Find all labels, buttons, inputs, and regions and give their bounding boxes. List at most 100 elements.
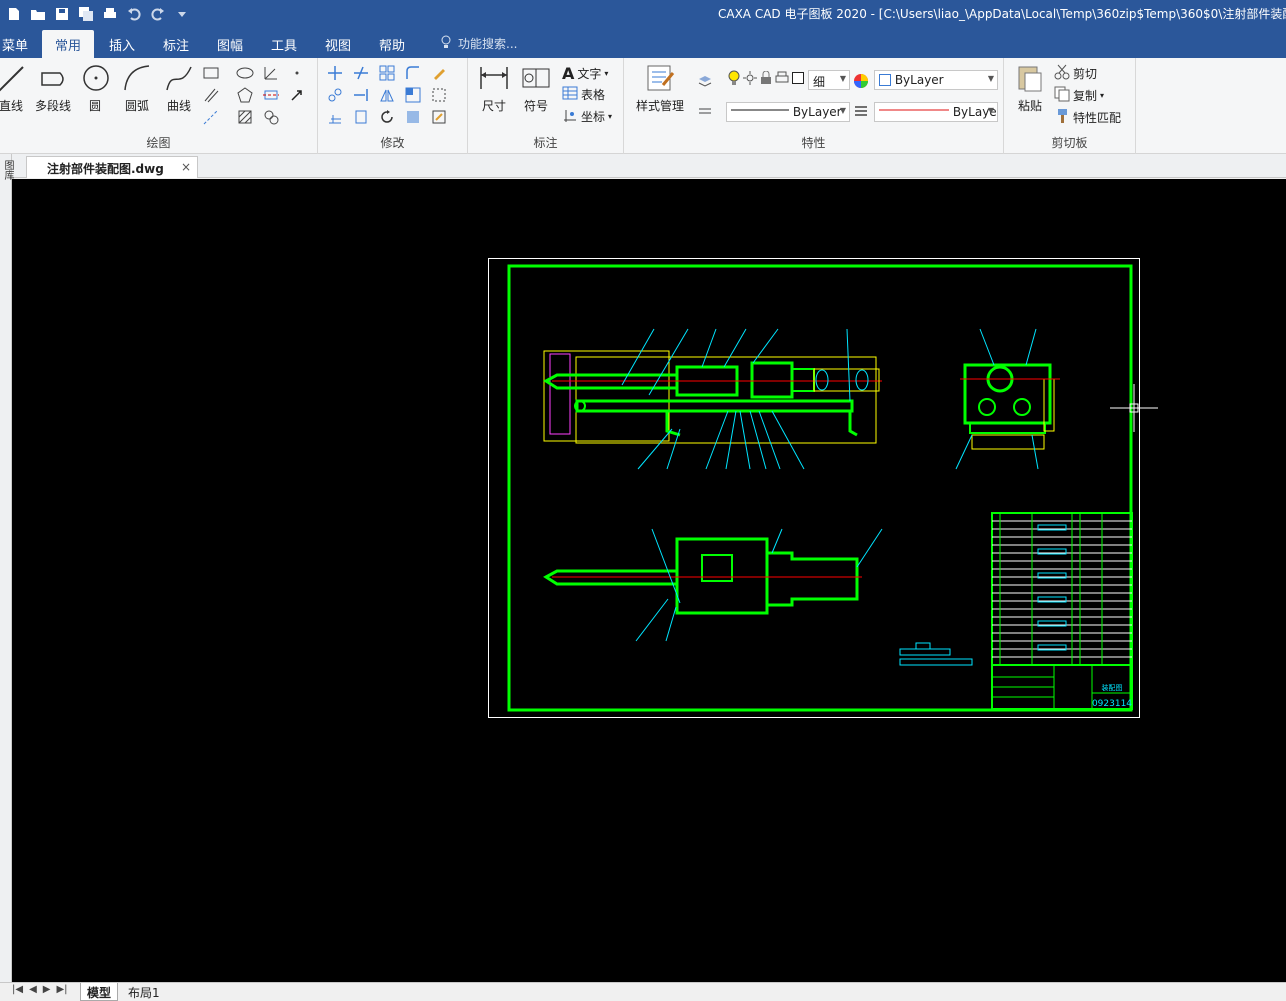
next-sheet-icon[interactable]: ▶ — [43, 984, 51, 995]
lightbulb-icon — [440, 35, 452, 52]
layer-state-icons[interactable] — [728, 70, 804, 89]
coordinate-icon — [562, 108, 578, 125]
tab-insert[interactable]: 插入 — [100, 30, 144, 58]
window-title: CAXA CAD 电子图板 2020 - [C:\Users\liao_\App… — [718, 7, 1286, 21]
copy-button[interactable]: 复制 ▾ — [1054, 86, 1104, 105]
copy-object-icon[interactable] — [326, 86, 344, 104]
tab-annotate[interactable]: 标注 — [154, 30, 198, 58]
hatch-icon[interactable] — [236, 108, 254, 126]
array-icon[interactable] — [378, 64, 396, 82]
color-swatch — [879, 73, 891, 87]
side-view — [955, 328, 1060, 470]
fill-icon[interactable] — [262, 108, 280, 126]
angle-line-icon[interactable] — [262, 64, 280, 82]
close-icon[interactable]: × — [181, 160, 191, 174]
draw-group-label: 绘图 — [146, 136, 171, 150]
line-style-icon[interactable] — [696, 102, 714, 120]
scale-icon[interactable] — [404, 86, 422, 104]
circle-icon — [80, 62, 112, 94]
edit-icon[interactable] — [430, 108, 448, 126]
table-icon — [562, 86, 578, 103]
properties-group-label: 特性 — [801, 136, 826, 150]
tab-sheet[interactable]: 图幅 — [208, 30, 252, 58]
tab-home[interactable]: 常用 — [42, 30, 94, 58]
centerline-icon[interactable] — [262, 86, 280, 104]
symbol-button[interactable]: 符号 — [518, 62, 554, 114]
document-tab[interactable]: 注射部件装配图.dwg × — [26, 156, 198, 178]
line-icon — [0, 62, 28, 94]
lineweight-icon[interactable] — [852, 102, 870, 120]
tab-menu[interactable]: 菜单 — [0, 30, 30, 58]
parallel-line-icon[interactable] — [202, 86, 220, 104]
customize-icon[interactable] — [172, 4, 192, 24]
tab-tools[interactable]: 工具 — [262, 30, 306, 58]
tab-view[interactable]: 视图 — [316, 30, 360, 58]
undo-icon[interactable] — [124, 4, 144, 24]
layer-tools-icon[interactable] — [696, 72, 714, 90]
copy-icon — [1054, 86, 1070, 105]
paste-button[interactable]: 粘贴 — [1014, 62, 1046, 114]
feature-search[interactable]: 功能搜索... — [440, 35, 517, 52]
move-icon[interactable] — [326, 64, 344, 82]
library-sidebar[interactable]: 图库 — [0, 154, 13, 982]
first-sheet-icon[interactable]: |◀ — [12, 984, 23, 995]
trim-icon[interactable] — [352, 64, 370, 82]
arc-button[interactable]: 圆弧 — [120, 62, 154, 114]
open-folder-icon[interactable] — [28, 4, 48, 24]
last-sheet-icon[interactable]: ▶| — [56, 984, 67, 995]
ellipse-icon[interactable] — [236, 64, 254, 82]
linetype-select[interactable]: ByLayer ▼ — [726, 102, 850, 122]
redo-icon[interactable] — [148, 4, 168, 24]
print-icon[interactable] — [100, 4, 120, 24]
cut-button[interactable]: 剪切 — [1054, 64, 1097, 83]
arrow-icon[interactable] — [288, 86, 306, 104]
fillet-icon[interactable] — [404, 64, 422, 82]
break-icon[interactable] — [352, 108, 370, 126]
prev-sheet-icon[interactable]: ◀ — [29, 984, 37, 995]
style-manager-button[interactable]: 样式管理 — [630, 62, 690, 114]
arc-icon — [121, 62, 153, 94]
circle-button[interactable]: 圆 — [80, 62, 110, 114]
rectangle-icon[interactable] — [202, 64, 220, 82]
match-properties-button[interactable]: 特性匹配 — [1054, 108, 1121, 127]
library-label: 图库 — [2, 160, 13, 180]
construction-line-icon[interactable] — [202, 108, 220, 126]
sun-icon — [743, 71, 757, 88]
mirror-icon[interactable] — [378, 86, 396, 104]
search-placeholder: 功能搜索... — [458, 37, 518, 51]
curve-button[interactable]: 曲线 — [162, 62, 196, 114]
sheet-tab-layout1[interactable]: 布局1 — [122, 983, 166, 1001]
lineweight-select[interactable]: ByLaye ▼ — [874, 102, 998, 122]
color-select[interactable]: ByLayer ▼ — [874, 70, 998, 90]
polyline-icon — [37, 62, 69, 94]
draw-group: 直线 多段线 圆 圆弧 曲线 绘图 — [0, 58, 318, 154]
explode-icon[interactable] — [404, 108, 422, 126]
offset-icon[interactable] — [326, 108, 344, 126]
polygon-icon[interactable] — [236, 86, 254, 104]
scissors-icon — [1054, 64, 1070, 83]
save-all-icon[interactable] — [76, 4, 96, 24]
modify-group: 修改 — [318, 58, 468, 154]
table-button[interactable]: 表格 — [562, 86, 605, 103]
annotate-group: 尺寸 符号 A 文字 ▾ 表格 坐标 ▾ 标注 — [468, 58, 624, 154]
color-wheel-icon[interactable] — [852, 72, 870, 90]
coordinate-button[interactable]: 坐标 ▾ — [562, 108, 612, 125]
point-icon[interactable] — [288, 64, 306, 82]
clipboard-group-label: 剪切板 — [1051, 136, 1088, 150]
save-icon[interactable] — [52, 4, 72, 24]
stretch-icon[interactable] — [430, 86, 448, 104]
tab-help[interactable]: 帮助 — [370, 30, 414, 58]
extend-icon[interactable] — [352, 86, 370, 104]
crosshair-cursor — [1110, 384, 1158, 432]
layer-select[interactable]: 细 ▼ — [808, 70, 850, 90]
dimension-button[interactable]: 尺寸 — [476, 62, 512, 114]
line-button[interactable]: 直线 — [0, 62, 26, 114]
new-file-icon[interactable] — [4, 4, 24, 24]
sheet-tab-model[interactable]: 模型 — [80, 983, 119, 1001]
drawing-canvas[interactable]: 装配图 0923114 — [12, 179, 1286, 982]
polyline-button[interactable]: 多段线 — [32, 62, 74, 114]
rotate-icon[interactable] — [378, 108, 396, 126]
spline-icon — [163, 62, 195, 94]
text-button[interactable]: A 文字 ▾ — [562, 64, 608, 83]
erase-icon[interactable] — [430, 64, 448, 82]
